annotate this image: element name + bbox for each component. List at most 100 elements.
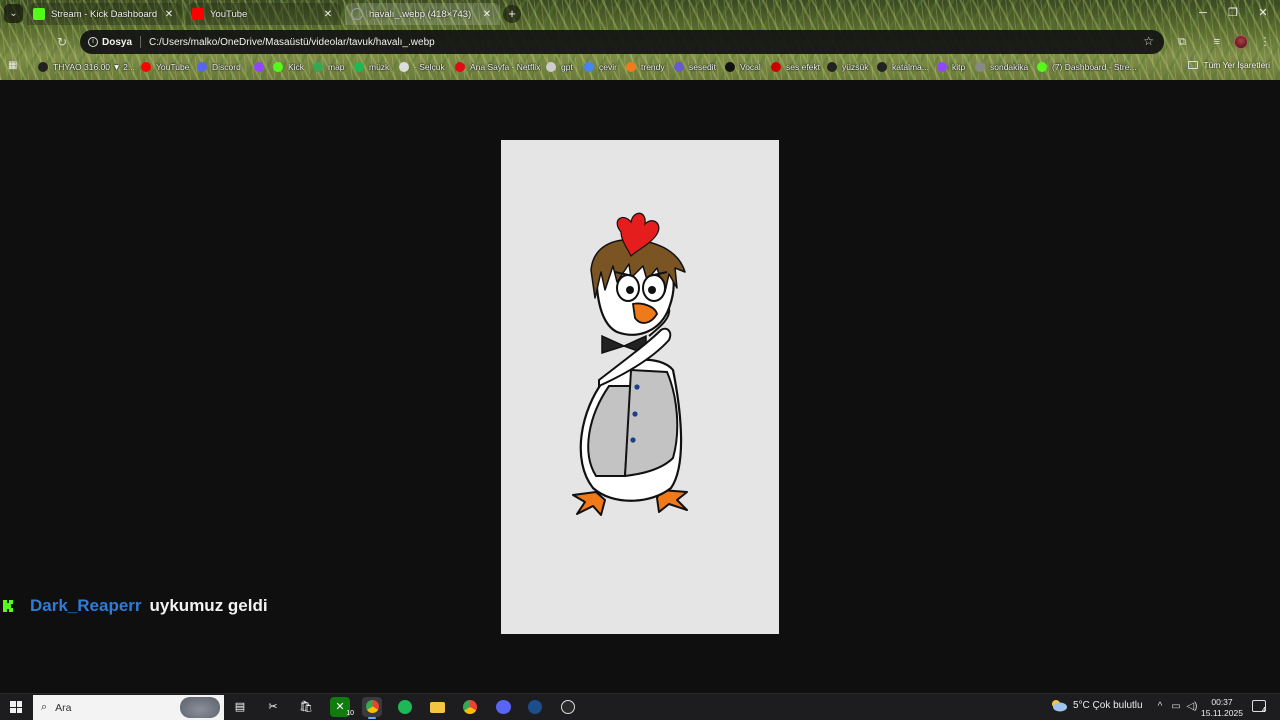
chrome-active-icon[interactable]: [362, 697, 382, 719]
capcut-icon[interactable]: ✂: [263, 697, 283, 717]
reload-button[interactable]: ↻: [54, 34, 70, 50]
back-button[interactable]: ←: [6, 34, 22, 50]
chat-username: Dark_Reaperr: [30, 596, 142, 615]
bookmark-item[interactable]: katalma...: [877, 60, 929, 74]
clock[interactable]: 00:37 15.11.2025: [1200, 697, 1244, 719]
bookmark-item[interactable]: Discord: [197, 60, 241, 74]
translate-icon: [584, 62, 594, 72]
bookmark-item[interactable]: [254, 60, 269, 74]
close-icon[interactable]: ✕: [321, 9, 335, 20]
kick-icon: [273, 62, 283, 72]
bookmark-item[interactable]: sesedit: [674, 60, 716, 74]
browser-chrome: ⌄ Stream - Kick Dashboard ✕ YouTube ✕ ha…: [0, 0, 1280, 80]
close-window-button[interactable]: ✕: [1248, 4, 1278, 22]
taskbar-search[interactable]: ⌕ Ara: [33, 695, 224, 720]
bookmark-favicon: [38, 62, 48, 72]
toolbar: ← → ↻ i Dosya C:/Users/malko/OneDrive/Ma…: [0, 29, 1280, 55]
spotify-icon: [354, 62, 364, 72]
bookmark-star-icon[interactable]: ☆: [1143, 34, 1154, 48]
bookmark-favicon: [877, 62, 887, 72]
search-highlight-image: [180, 697, 220, 718]
tab-title: YouTube: [210, 8, 248, 20]
extensions-icon[interactable]: ⧉: [1175, 35, 1189, 49]
kick-icon: [33, 8, 45, 20]
tab-youtube[interactable]: YouTube ✕: [186, 3, 341, 25]
bookmark-item[interactable]: kitp: [937, 60, 965, 74]
xbox-icon[interactable]: ✕ 10: [330, 697, 354, 717]
bookmark-favicon: [674, 62, 684, 72]
file-scheme-chip[interactable]: Dosya: [102, 37, 132, 48]
tab-strip: ⌄ Stream - Kick Dashboard ✕ YouTube ✕ ha…: [0, 0, 1280, 28]
bookmark-label: - Selçuk: [414, 62, 445, 72]
bookmark-label: çevir: [599, 62, 617, 72]
close-icon[interactable]: ✕: [480, 9, 494, 20]
bookmark-label: Discord: [212, 62, 241, 72]
bookmark-item[interactable]: map: [313, 60, 345, 74]
globe-icon: [351, 8, 363, 20]
url-text[interactable]: C:/Users/malko/OneDrive/Masaüstü/videola…: [149, 37, 435, 48]
forward-button[interactable]: →: [30, 34, 46, 50]
task-view-icon[interactable]: ▤: [230, 697, 250, 717]
bookmark-item[interactable]: Kick: [273, 60, 304, 74]
kick-icon: [1037, 62, 1047, 72]
image-viewer[interactable]: [501, 140, 779, 634]
tab-kick-dashboard[interactable]: Stream - Kick Dashboard ✕: [27, 3, 182, 25]
more-menu-icon[interactable]: ⋮: [1258, 35, 1272, 49]
address-bar[interactable]: i Dosya C:/Users/malko/OneDrive/Masaüstü…: [80, 30, 1164, 54]
all-bookmarks-label: Tüm Yer İşaretleri: [1203, 60, 1270, 70]
obs-icon[interactable]: [558, 697, 578, 717]
bookmark-label: sondakika: [990, 62, 1029, 72]
volume-icon[interactable]: ◁): [1186, 701, 1198, 713]
network-icon[interactable]: ▭: [1170, 701, 1182, 713]
cloud-icon: [1052, 700, 1067, 712]
bookmark-item[interactable]: (7) Dashboard - Stre...: [1037, 60, 1137, 74]
bookmark-item[interactable]: trendy: [626, 60, 665, 74]
xbox-badge: 10: [346, 710, 354, 717]
bookmark-item[interactable]: yüzsük: [827, 60, 868, 74]
bookmark-item[interactable]: Ana Sayfa - Netflix: [455, 60, 540, 74]
restore-button[interactable]: ❐: [1218, 4, 1248, 22]
store-icon[interactable]: 🛍: [296, 697, 316, 717]
bookmark-item[interactable]: müzk: [354, 60, 389, 74]
bookmark-label: kitp: [952, 62, 966, 72]
clock-date: 15.11.2025: [1201, 708, 1243, 718]
bookmark-item[interactable]: - Selçuk: [399, 60, 445, 74]
bookmark-favicon: [827, 62, 837, 72]
bookmark-item[interactable]: YouTube: [141, 60, 189, 74]
bookmark-item[interactable]: sondakika: [975, 60, 1028, 74]
bookmark-favicon: [937, 62, 947, 72]
bookmark-item[interactable]: Vocal: [725, 60, 761, 74]
start-button[interactable]: [10, 701, 22, 713]
spotify-icon[interactable]: [395, 697, 415, 717]
minimize-button[interactable]: ─: [1188, 4, 1218, 22]
apps-grid-icon[interactable]: ▦: [8, 60, 20, 72]
info-icon[interactable]: i: [88, 37, 98, 47]
file-explorer-icon[interactable]: [427, 697, 447, 717]
bookmark-item[interactable]: gpt: [546, 60, 573, 74]
bookmark-item[interactable]: çevir: [584, 60, 617, 74]
bookmark-item[interactable]: THYAO 316.00 ▼ 2...: [38, 60, 135, 74]
bookmark-favicon: [975, 62, 985, 72]
bookmark-label: map: [328, 62, 345, 72]
chevron-up-icon[interactable]: ^: [1154, 701, 1166, 713]
chrome-icon[interactable]: [460, 697, 480, 717]
profile-avatar[interactable]: [1234, 35, 1248, 49]
bookmark-favicon: [725, 62, 735, 72]
tab-search-button[interactable]: ⌄: [4, 4, 23, 23]
all-bookmarks-button[interactable]: Tüm Yer İşaretleri: [1188, 60, 1270, 70]
close-icon[interactable]: ✕: [162, 9, 176, 20]
twitch-icon: [254, 62, 264, 72]
clock-time: 00:37: [1211, 697, 1233, 707]
bookmark-item[interactable]: ses efekt: [771, 60, 820, 74]
discord-icon[interactable]: [493, 697, 513, 717]
new-tab-button[interactable]: +: [503, 5, 521, 23]
tab-title: Stream - Kick Dashboard: [51, 8, 158, 20]
map-pin-icon: [313, 62, 323, 72]
media-controls-icon[interactable]: ≡: [1210, 35, 1224, 49]
tab-image-file[interactable]: havalı_.webp (418×743) ✕: [345, 3, 500, 25]
steam-icon[interactable]: [525, 697, 545, 717]
tab-title: havalı_.webp (418×743): [369, 8, 472, 20]
kick-icon: [3, 600, 13, 612]
chicken-drawing: [572, 212, 688, 516]
weather-widget[interactable]: 5°C Çok bulutlu: [1050, 698, 1143, 712]
